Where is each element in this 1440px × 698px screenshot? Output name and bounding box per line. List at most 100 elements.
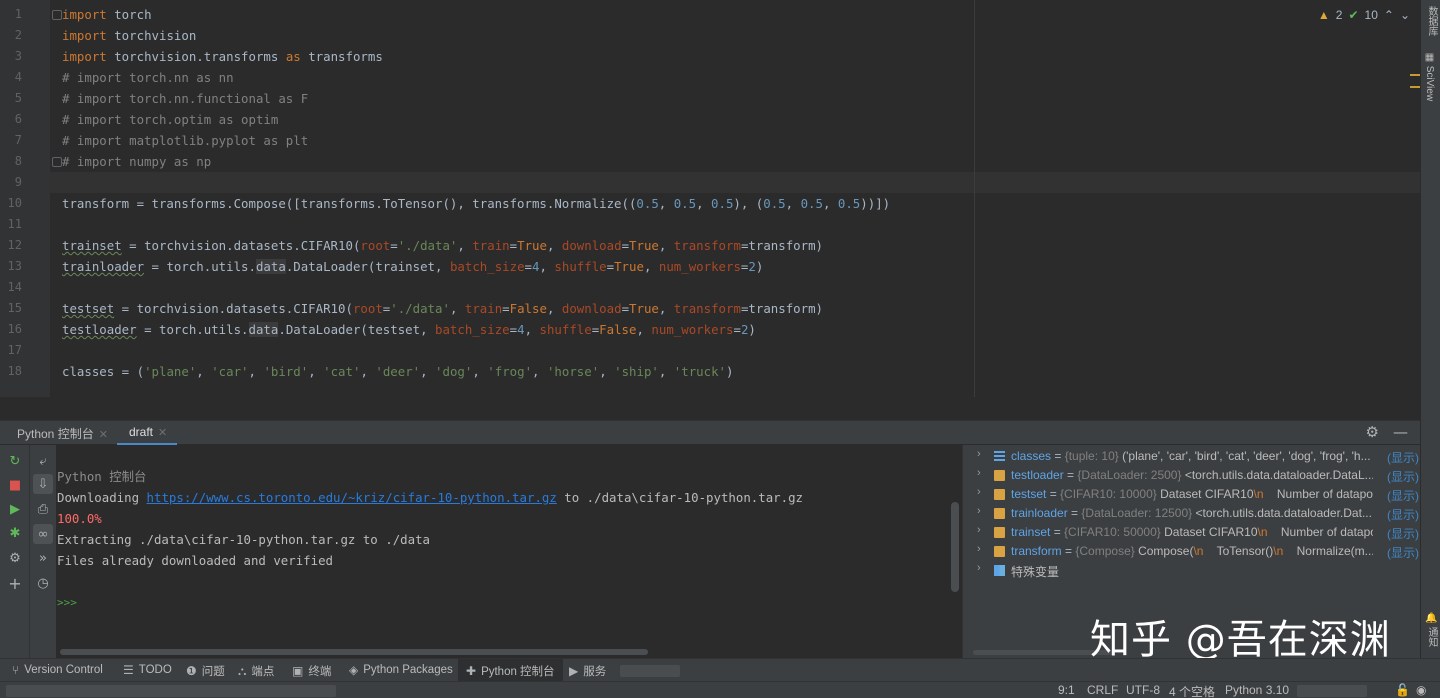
watermark: 知乎 @吾在深渊 (1090, 617, 1391, 663)
show-value-link[interactable]: (显示) (1385, 487, 1419, 504)
debug-icon[interactable]: ✱ (5, 523, 25, 543)
stop-icon[interactable]: ■ (5, 475, 25, 495)
expand-arrow-icon[interactable]: › (977, 467, 981, 479)
variable-name: testloader (1011, 468, 1064, 482)
close-icon[interactable]: ✕ (99, 429, 108, 441)
object-icon (994, 527, 1005, 538)
tool-window-label: 问题 (201, 666, 225, 678)
console-output[interactable]: Python 控制台 Downloading https://www.cs.to… (57, 445, 960, 658)
variable-text: transform = {Compose} Compose(\n ToTenso… (1011, 544, 1373, 558)
object-icon (994, 508, 1005, 519)
blurred-region (6, 685, 336, 697)
variable-name: trainloader (1011, 506, 1068, 520)
tool-window-endpoints[interactable]: ⛬ 端点 (238, 663, 274, 679)
variable-value-tail: Number of datapoi... (1276, 487, 1373, 501)
tool-window-python-console[interactable]: ✚ Python 控制台 (458, 659, 563, 682)
show-value-link[interactable]: (显示) (1385, 544, 1419, 561)
add-icon[interactable]: + (5, 573, 25, 593)
console-view-toolbar: ⤶ ⇩ ⎙ ∞ » ◷ (29, 445, 56, 658)
todo-icon: ☰ (123, 663, 134, 677)
show-value-link[interactable]: (显示) (1385, 525, 1419, 542)
code-line-8: # import numpy as np (62, 154, 212, 169)
line-separator[interactable]: CRLF (1087, 683, 1118, 697)
chevron-up-icon[interactable]: ⌃ (1384, 8, 1394, 22)
tool-window-packages[interactable]: ◈ Python Packages (349, 663, 453, 677)
command-history-icon[interactable]: » (33, 548, 53, 568)
run-icon[interactable]: ▶ (5, 499, 25, 519)
terminal-icon: ▣ (292, 664, 304, 678)
expand-arrow-icon[interactable]: › (977, 543, 981, 555)
tool-window-terminal[interactable]: ▣ 终端 (292, 663, 331, 679)
python-interpreter[interactable]: Python 3.10 (1225, 683, 1289, 697)
variable-row-testset[interactable]: › testset = {CIFAR10: 10000} Dataset CIFA… (963, 485, 1420, 504)
notifications-tool-tab[interactable]: 🔔 通知 (1424, 612, 1439, 647)
bell-icon: 🔔 (1426, 612, 1437, 625)
variable-row-transform[interactable]: › transform = {Compose} Compose(\n ToTens… (963, 542, 1420, 561)
console-horizontal-scrollbar[interactable] (60, 649, 648, 655)
code-line-5: # import torch.nn.functional as F (62, 91, 309, 106)
tab-python-console[interactable]: Python 控制台 ✕ (17, 425, 108, 442)
caret-position[interactable]: 9:1 (1058, 683, 1075, 697)
show-value-link[interactable]: (显示) (1385, 506, 1419, 523)
code-line-12: trainset = torchvision.datasets.CIFAR10(… (62, 238, 823, 253)
line-number: 15 (7, 301, 22, 315)
show-variables-icon[interactable]: ∞ (33, 524, 53, 544)
tool-window-label: Python 控制台 (481, 665, 555, 678)
services-icon: ▶ (569, 664, 579, 678)
gear-icon[interactable]: ⚙ (1366, 423, 1379, 441)
inspector-icon[interactable]: ◉ (1416, 683, 1426, 697)
clock-icon[interactable]: ◷ (33, 573, 53, 593)
soft-wrap-icon[interactable]: ⤶ (33, 451, 53, 471)
line-number: 11 (7, 217, 22, 231)
tab-draft[interactable]: draft ✕ (129, 425, 167, 439)
variable-row-trainset[interactable]: › trainset = {CIFAR10: 50000} Dataset CIF… (963, 523, 1420, 542)
expand-arrow-icon[interactable]: › (977, 524, 981, 536)
special-variables-row[interactable]: › 特殊变量 (963, 561, 1420, 580)
object-icon (994, 470, 1005, 481)
minimize-icon[interactable]: — (1393, 423, 1408, 441)
expand-arrow-icon[interactable]: › (977, 448, 981, 460)
fold-marker[interactable] (52, 157, 62, 167)
line-number: 10 (7, 196, 22, 210)
console-action-toolbar: ↻ ■ ▶ ✱ ⚙ + (0, 445, 29, 658)
close-icon[interactable]: ✕ (158, 427, 167, 439)
tool-window-todo[interactable]: ☰ TODO (123, 663, 172, 677)
code-line-6: # import torch.optim as optim (62, 112, 279, 127)
rerun-icon[interactable]: ↻ (5, 451, 25, 471)
error-stripe-marker[interactable] (1410, 74, 1420, 76)
inspection-widget[interactable]: ▲ 2 ✔ 10 ⌃ ⌄ (1318, 8, 1410, 22)
chevron-down-icon[interactable]: ⌄ (1400, 8, 1410, 22)
console-prompt[interactable]: >>> (57, 592, 77, 613)
console-vertical-scrollbar[interactable] (951, 502, 959, 592)
error-stripe-marker[interactable] (1410, 86, 1420, 88)
fold-marker[interactable] (52, 10, 62, 20)
variable-row-testloader[interactable]: › testloader = {DataLoader: 2500} <torch.… (963, 466, 1420, 485)
show-value-link[interactable]: (显示) (1385, 468, 1419, 485)
sciview-tool-tab[interactable]: ▦ SciView (1424, 52, 1435, 101)
print-icon[interactable]: ⎙ (33, 499, 53, 519)
scroll-to-end-icon[interactable]: ⇩ (33, 474, 53, 494)
expand-arrow-icon[interactable]: › (977, 505, 981, 517)
tab-label: draft (129, 425, 154, 439)
expand-arrow-icon[interactable]: › (977, 486, 981, 498)
show-value-link[interactable]: (显示) (1385, 449, 1419, 466)
variable-row-classes[interactable]: › classes = {tuple: 10} ('plane', 'car', … (963, 447, 1420, 466)
notifications-label: 通知 (1426, 627, 1437, 647)
escape-seq: \n (1273, 544, 1284, 558)
tool-window-branch[interactable]: ⑂ Version Control (12, 663, 103, 677)
database-tool-tab[interactable]: 数据库 (1424, 6, 1439, 36)
code-editor[interactable]: 1 2 3 4 5 6 7 8 9 10 11 12 13 14 15 16 17 18 import torch… (0, 0, 1420, 397)
lock-icon[interactable]: 🔓 (1395, 683, 1410, 697)
indent-setting[interactable]: 4 个空格 (1169, 683, 1215, 698)
expand-arrow-icon[interactable]: › (977, 562, 981, 574)
line-number: 2 (14, 28, 22, 42)
settings-icon[interactable]: ⚙ (5, 548, 25, 568)
variable-value: Dataset CIFAR10 (1164, 525, 1258, 539)
tool-window-label: Version Control (24, 664, 103, 676)
download-link[interactable]: https://www.cs.toronto.edu/~kriz/cifar-1… (147, 490, 557, 505)
variable-row-trainloader[interactable]: › trainloader = {DataLoader: 12500} <torc… (963, 504, 1420, 523)
file-encoding[interactable]: UTF-8 (1126, 683, 1160, 697)
editor-scrollbar[interactable] (1410, 30, 1420, 390)
tool-window-problems[interactable]: ❶ 问题 (186, 663, 225, 679)
tool-window-services[interactable]: ▶ 服务 (569, 663, 606, 679)
